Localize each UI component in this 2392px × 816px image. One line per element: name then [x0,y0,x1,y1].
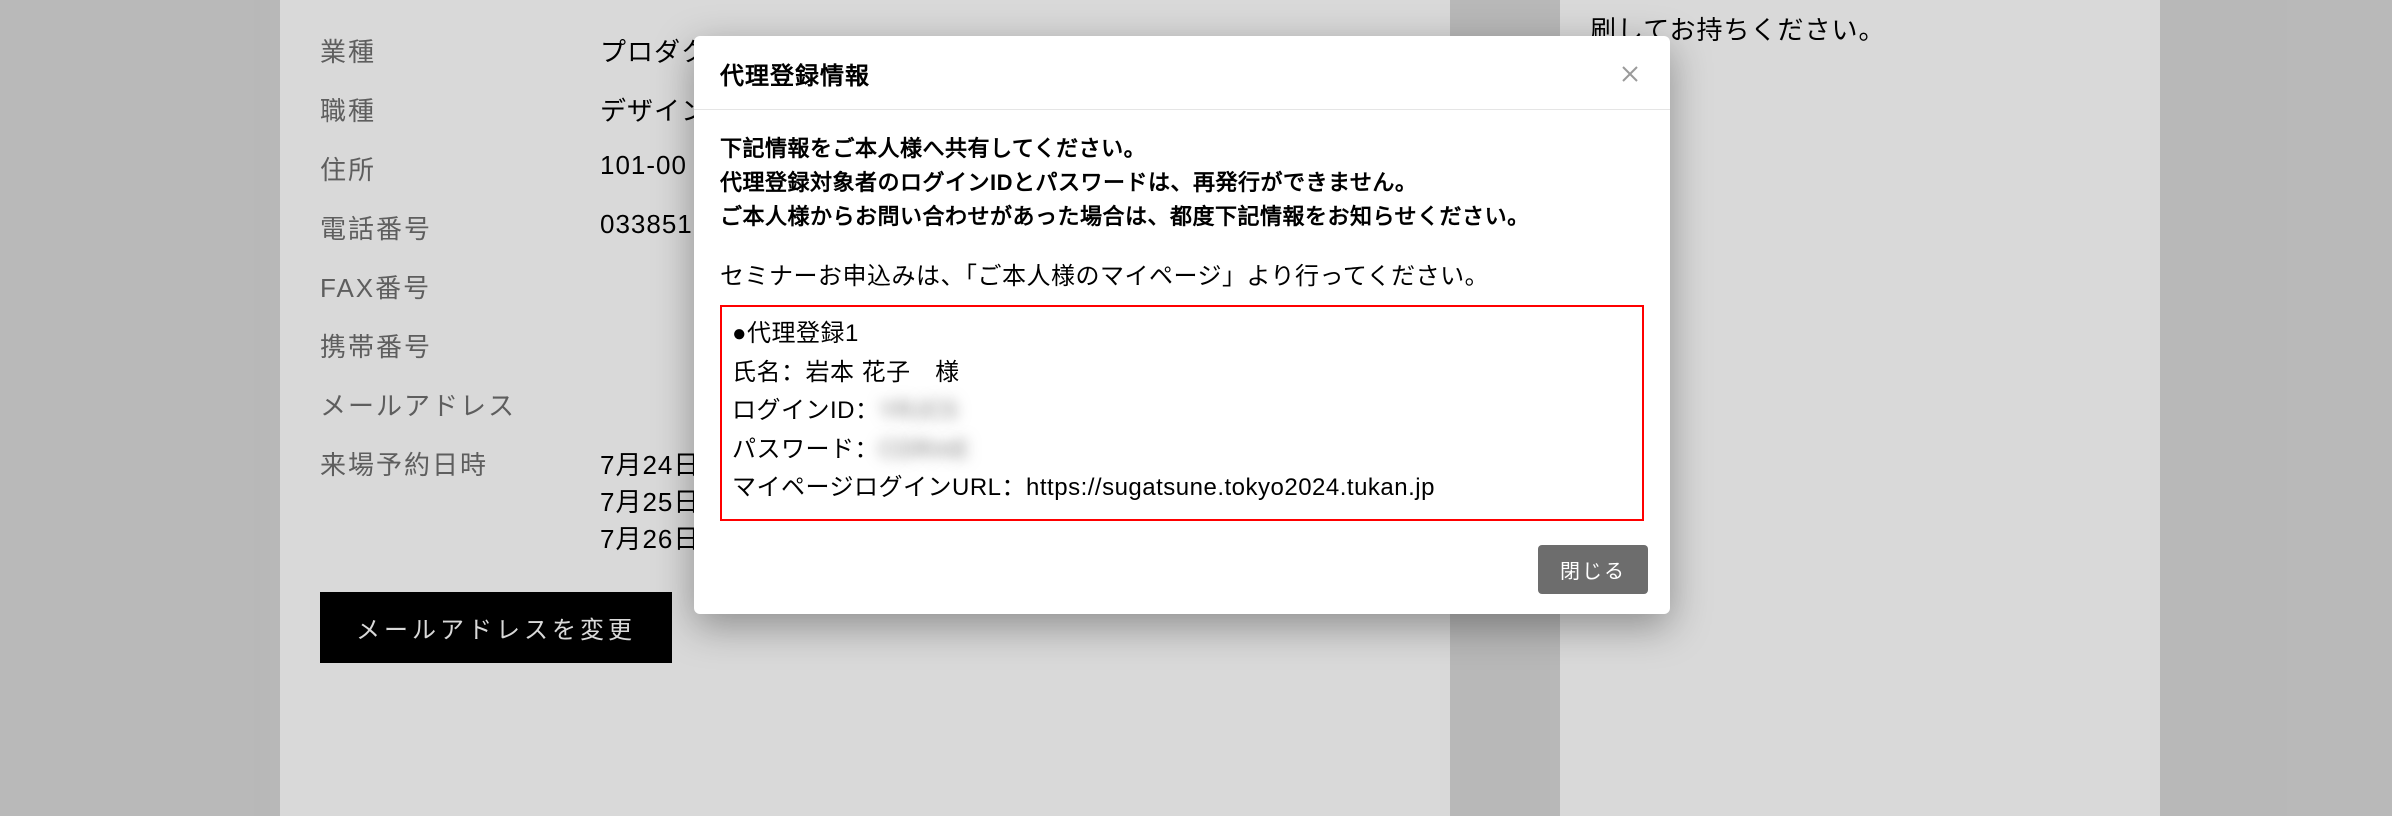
reg-header: ●代理登録1 [732,315,1632,353]
reg-login-label: ログインID： [732,397,880,424]
reg-url-row: マイページログインURL：https://sugatsune.tokyo2024… [732,469,1632,507]
close-button[interactable]: 閉じる [1538,545,1648,594]
reg-login-value: YRJC5 [880,397,959,424]
registration-info-box: ●代理登録1 氏名：岩本 花子 様 ログインID：YRJC5 パスワード：CDR… [720,305,1644,521]
reg-url-label: マイページログインURL： [732,474,1026,501]
reg-pass-value: CDRmE [879,436,970,463]
notice-block: 下記情報をご本人様へ共有してください。 代理登録対象者のログインIDとパスワード… [720,132,1644,234]
reg-login-row: ログインID：YRJC5 [732,392,1632,430]
notice-line-1: 下記情報をご本人様へ共有してください。 [720,132,1644,166]
reg-url-value: https://sugatsune.tokyo2024.tukan.jp [1026,474,1435,501]
close-icon[interactable] [1616,60,1644,88]
modal-footer: 閉じる [694,531,1670,614]
seminar-note: セミナーお申込みは、「ご本人様のマイページ」より行ってください。 [720,258,1644,295]
reg-name-row: 氏名：岩本 花子 様 [732,354,1632,392]
reg-pass-row: パスワード：CDRmE [732,431,1632,469]
proxy-registration-modal: 代理登録情報 下記情報をご本人様へ共有してください。 代理登録対象者のログインI… [694,36,1670,614]
reg-pass-label: パスワード： [732,436,879,463]
modal-title: 代理登録情報 [720,56,870,91]
reg-name-label: 氏名： [732,359,806,386]
modal-body: 下記情報をご本人様へ共有してください。 代理登録対象者のログインIDとパスワード… [694,110,1670,531]
notice-line-2: 代理登録対象者のログインIDとパスワードは、再発行ができません。 [720,166,1644,200]
reg-name-value: 岩本 花子 様 [806,359,960,386]
notice-line-3: ご本人様からお問い合わせがあった場合は、都度下記情報をお知らせください。 [720,200,1644,234]
modal-header: 代理登録情報 [694,36,1670,110]
